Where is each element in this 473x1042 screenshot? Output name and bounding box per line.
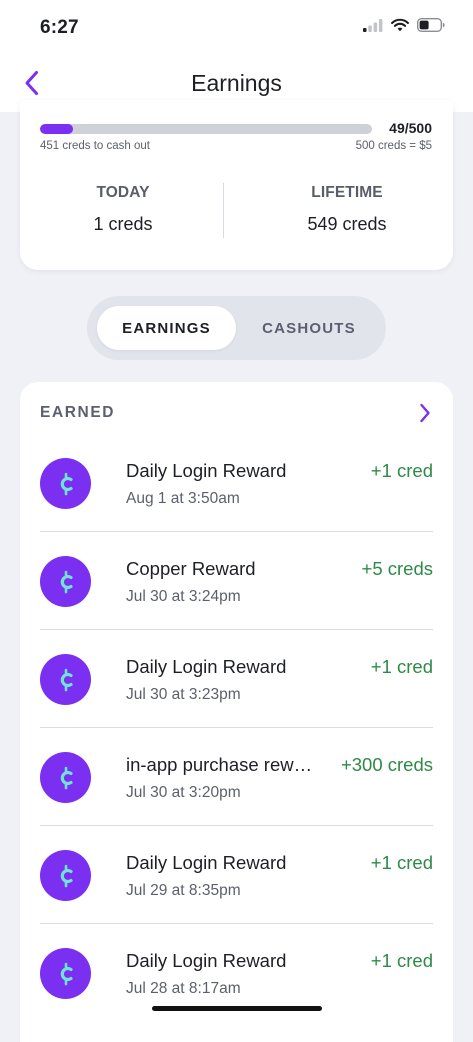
earned-see-all-button[interactable] xyxy=(413,401,437,425)
tab-earnings[interactable]: EARNINGS xyxy=(97,306,236,350)
today-label: TODAY xyxy=(96,184,150,201)
stat-divider xyxy=(223,183,224,238)
cred-coin-icon xyxy=(40,948,91,999)
chevron-right-icon xyxy=(420,403,430,423)
lifetime-label: LIFETIME xyxy=(311,184,383,201)
transaction-title: in-app purchase rew… xyxy=(126,754,313,775)
cred-coin-icon xyxy=(40,556,91,607)
today-value: 1 creds xyxy=(93,214,153,234)
wifi-icon xyxy=(391,18,409,32)
progress-count: 49/500 xyxy=(389,120,432,136)
transaction-amount: +5 creds xyxy=(361,558,433,579)
conversion-rate-text: 500 creds = $5 xyxy=(355,140,432,152)
transaction-date: Jul 30 at 3:24pm xyxy=(126,588,241,605)
status-time: 6:27 xyxy=(40,17,79,38)
cred-symbol-icon xyxy=(60,766,73,789)
lifetime-value: 549 creds xyxy=(307,214,387,234)
summary-card: 49/500 451 creds to cash out 500 creds =… xyxy=(20,100,453,270)
status-bar: 6:27 xyxy=(0,0,473,56)
cred-coin-icon xyxy=(40,752,91,803)
progress-fill xyxy=(40,124,73,134)
transaction-title: Daily Login Reward xyxy=(126,656,287,677)
transaction-date: Jul 30 at 3:23pm xyxy=(126,686,241,703)
transaction-title: Daily Login Reward xyxy=(126,460,287,481)
tab-cashouts[interactable]: CASHOUTS xyxy=(242,306,376,350)
list-item[interactable]: Copper Reward Jul 30 at 3:24pm +5 creds xyxy=(40,532,433,630)
cred-symbol-icon xyxy=(60,962,73,985)
transaction-date: Jul 29 at 8:35pm xyxy=(126,882,241,899)
cred-symbol-icon xyxy=(60,864,73,887)
transaction-amount: +300 creds xyxy=(340,754,433,775)
cred-symbol-icon xyxy=(60,668,73,691)
creds-to-cash-out-text: 451 creds to cash out xyxy=(40,140,150,152)
list-item[interactable]: Daily Login Reward Jul 29 at 8:35pm +1 cre… xyxy=(40,826,433,924)
today-stat: TODAY 1 creds xyxy=(23,184,223,235)
list-item[interactable]: Daily Login Reward Aug 1 at 3:50am +1 cred xyxy=(40,434,433,532)
transaction-amount: +1 cred xyxy=(370,950,433,971)
page-title: Earnings xyxy=(191,70,282,96)
transaction-date: Jul 30 at 3:20pm xyxy=(126,784,241,801)
earnings-cashouts-toggle: EARNINGS CASHOUTS xyxy=(87,296,386,360)
battery-icon xyxy=(417,18,445,32)
transaction-date: Jul 28 at 8:17am xyxy=(126,980,241,997)
cred-coin-icon xyxy=(40,850,91,901)
cred-symbol-icon xyxy=(60,472,73,495)
earned-section-title: EARNED xyxy=(40,404,116,421)
list-item[interactable]: in-app purchase rew… Jul 30 at 3:20pm +300… xyxy=(40,728,433,826)
transaction-date: Aug 1 at 3:50am xyxy=(126,490,240,507)
transaction-title: Copper Reward xyxy=(126,558,256,579)
list-item[interactable]: Daily Login Reward Jul 30 at 3:23pm +1 cre… xyxy=(40,630,433,728)
transaction-amount: +1 cred xyxy=(370,852,433,873)
lifetime-stat: LIFETIME 549 creds xyxy=(247,184,447,235)
cred-coin-icon xyxy=(40,654,91,705)
cashout-progress-bar xyxy=(40,124,372,134)
transaction-title: Daily Login Reward xyxy=(126,852,287,873)
cred-coin-icon xyxy=(40,458,91,509)
earned-card: EARNED Daily Login Reward Aug 1 at 3:50am… xyxy=(20,382,453,1042)
transaction-amount: +1 cred xyxy=(370,656,433,677)
cred-symbol-icon xyxy=(60,570,73,593)
home-indicator[interactable] xyxy=(152,1006,322,1011)
transaction-title: Daily Login Reward xyxy=(126,950,287,971)
cellular-signal-icon xyxy=(363,18,383,32)
transaction-amount: +1 cred xyxy=(370,460,433,481)
status-icons xyxy=(363,18,445,32)
